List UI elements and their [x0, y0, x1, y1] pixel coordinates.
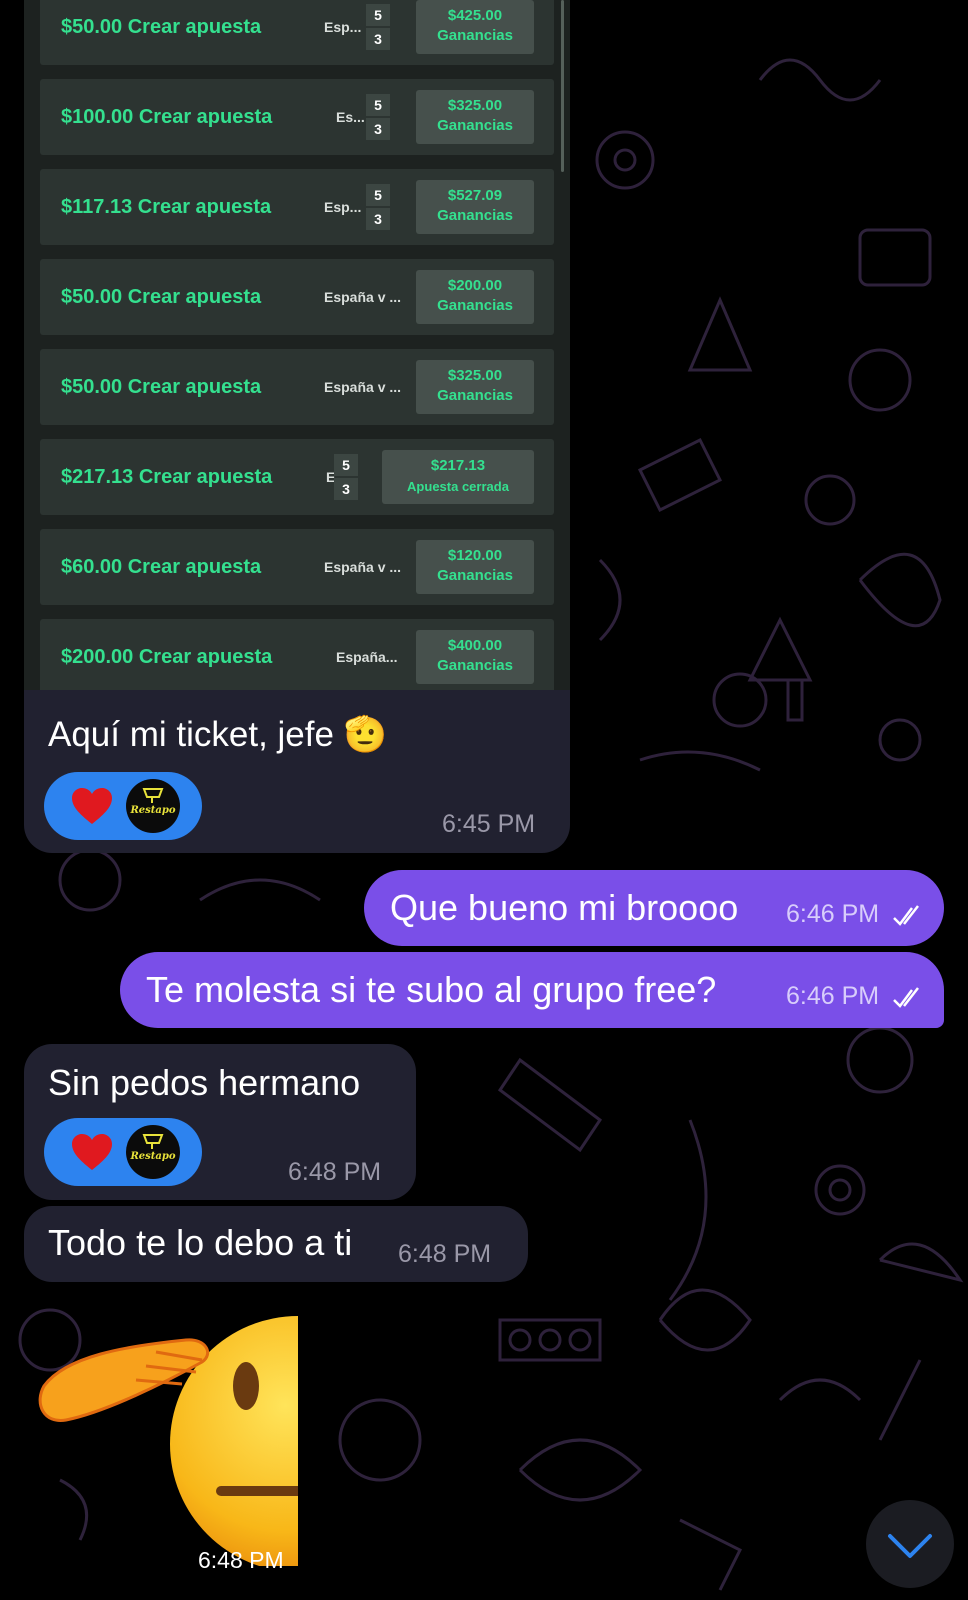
bet-match: Es... — [336, 109, 365, 125]
ticket-message-bubble[interactable]: $50.00 Crear apuesta Esp... 53 $425.00 Ga… — [24, 0, 570, 853]
message-time: 6:48 PM — [288, 1158, 382, 1186]
heart-icon — [72, 1134, 112, 1170]
payout-box: $425.00 Ganancias — [416, 0, 534, 54]
scroll-to-bottom-button[interactable] — [866, 1500, 954, 1588]
heart-icon — [72, 788, 112, 824]
message-time: 6:48 PM — [398, 1240, 492, 1268]
score-box: 53 — [366, 184, 390, 230]
bet-amount: $50.00 Crear apuesta — [61, 286, 262, 308]
message-time: 6:46 PM — [786, 982, 880, 1010]
bet-row: $50.00 Crear apuesta España v ... $325.0… — [40, 349, 554, 425]
ticket-scrollbar — [561, 0, 564, 172]
avatar: Restapo — [126, 779, 180, 833]
saluting-face-sticker[interactable] — [36, 1316, 306, 1566]
ticket-image[interactable]: $50.00 Crear apuesta Esp... 53 $425.00 Ga… — [24, 0, 570, 690]
payout-box: $217.13 Apuesta cerrada — [382, 450, 534, 504]
message-text: Sin pedos hermano — [48, 1062, 361, 1103]
ticket-caption: Aquí mi ticket, jefe 🫡 — [48, 715, 388, 754]
sticker-time: 6:48 PM — [198, 1547, 284, 1573]
bet-amount: $50.00 Crear apuesta — [61, 376, 262, 398]
chevron-down-icon — [888, 1534, 932, 1558]
bet-match: España v ... — [324, 379, 402, 395]
payout-box: $200.00 Ganancias — [416, 270, 534, 324]
incoming-message[interactable]: Todo te lo debo a ti 6:48 PM — [24, 1206, 528, 1282]
bet-amount: $100.00 Crear apuesta — [61, 106, 273, 128]
bet-amount: $50.00 Crear apuesta — [61, 16, 262, 38]
payout-box: $325.00 Ganancias — [416, 90, 534, 144]
bet-match: España... — [336, 649, 398, 665]
bet-row: $217.13 Crear apuesta E 53 $217.13 Apuest… — [40, 439, 554, 515]
payout-box: $400.00 Ganancias — [416, 630, 534, 684]
bet-match: España v ... — [324, 559, 402, 575]
outgoing-message[interactable]: Te molesta si te subo al grupo free? 6:4… — [120, 952, 944, 1028]
avatar: Restapo — [126, 1125, 180, 1179]
double-check-icon — [893, 905, 919, 926]
outgoing-message[interactable]: Que bueno mi broooo 6:46 PM — [364, 870, 944, 946]
payout-box: $120.00 Ganancias — [416, 540, 534, 594]
bet-row: $200.00 Crear apuesta España... $400.00 G… — [40, 619, 554, 690]
bet-match: España v ... — [324, 289, 402, 305]
bet-amount: $200.00 Crear apuesta — [61, 646, 273, 668]
bet-row: $117.13 Crear apuesta Esp... 53 $527.09 G… — [40, 169, 554, 245]
bet-row: $50.00 Crear apuesta Esp... 53 $425.00 Ga… — [40, 0, 554, 65]
payout-box: $527.09 Ganancias — [416, 180, 534, 234]
bet-amount: $60.00 Crear apuesta — [61, 556, 262, 578]
message-time: 6:46 PM — [786, 900, 880, 928]
message-text: Que bueno mi broooo — [390, 887, 739, 928]
bet-amount: $217.13 Crear apuesta — [61, 466, 273, 488]
score-box: 53 — [366, 4, 390, 50]
bet-amount: $117.13 Crear apuesta — [61, 196, 272, 218]
message-time: 6:45 PM — [442, 810, 536, 838]
incoming-message[interactable]: Sin pedos hermano Restapo 6:48 PM — [24, 1044, 416, 1200]
bet-match: Esp... — [324, 19, 362, 35]
score-box: 53 — [366, 94, 390, 140]
payout-box: $325.00 Ganancias — [416, 360, 534, 414]
message-text: Te molesta si te subo al grupo free? — [146, 969, 717, 1010]
score-box: 53 — [334, 454, 358, 500]
bet-row: $60.00 Crear apuesta España v ... $120.0… — [40, 529, 554, 605]
bet-match: Esp... — [324, 199, 362, 215]
reaction-pill[interactable]: Restapo — [44, 772, 202, 840]
message-text: Todo te lo debo a ti — [48, 1222, 353, 1263]
double-check-icon — [893, 987, 919, 1008]
bet-row: $100.00 Crear apuesta Es... 53 $325.00 Ga… — [40, 79, 554, 155]
bet-row: $50.00 Crear apuesta España v ... $200.0… — [40, 259, 554, 335]
reaction-pill[interactable]: Restapo — [44, 1118, 202, 1186]
